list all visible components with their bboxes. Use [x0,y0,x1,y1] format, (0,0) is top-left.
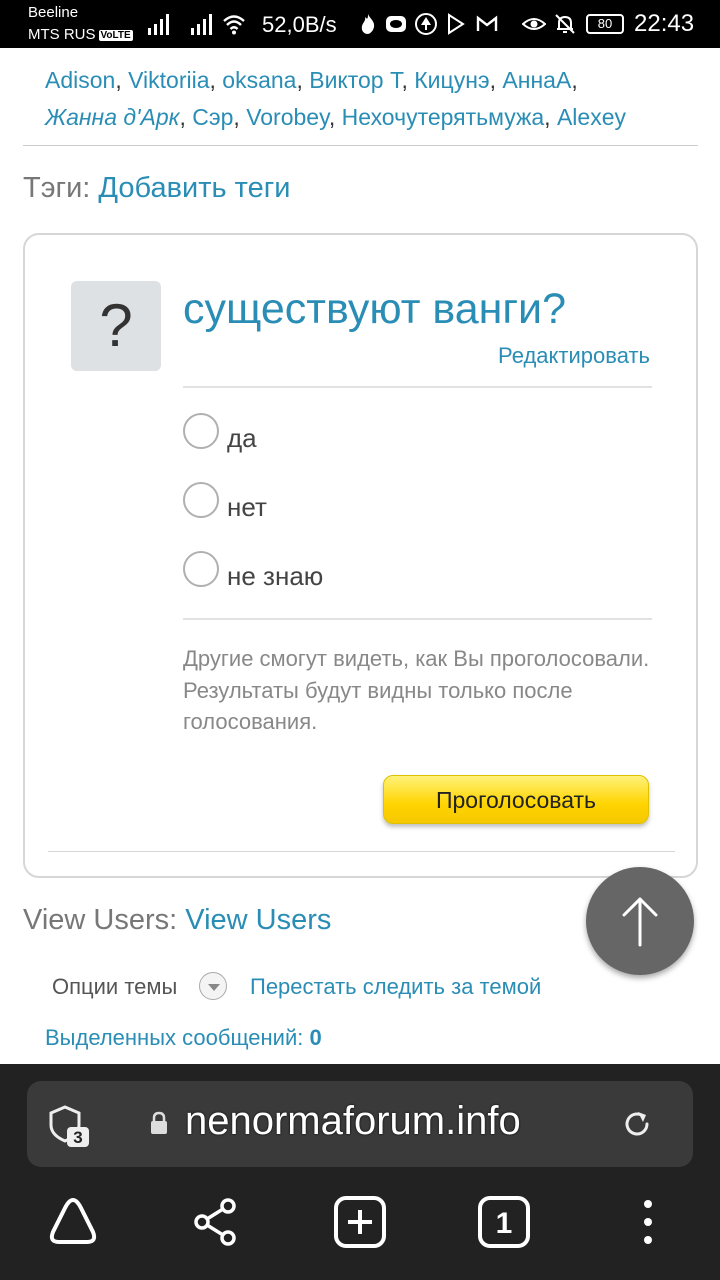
participant-link[interactable]: oksana [222,67,296,93]
app-icon [386,16,406,32]
share-icon[interactable] [188,1194,244,1250]
arrow-up-icon [622,897,658,947]
selected-posts-count: 0 [309,1025,322,1050]
divider [23,145,698,146]
tags-row: Тэги: Добавить теги [23,172,291,205]
poll-option-label: нет [227,492,267,522]
network-speed: 52,0B/s [262,12,337,37]
clock: 22:43 [634,10,695,37]
tree-icon [415,13,437,35]
participant-link[interactable]: Alexey [557,104,626,130]
more-menu-icon[interactable] [620,1194,676,1250]
poll-question: существуют ванги? [183,285,566,333]
selected-posts[interactable]: Выделенных сообщений: 0 [45,1025,322,1051]
participant-link[interactable]: Виктор Т [309,67,401,93]
address-bar[interactable]: 3 nenormaforum.info [27,1081,693,1167]
participant-link[interactable]: Viktoriia [128,67,209,93]
battery-icon: 80 [586,14,624,34]
separator: , [401,67,415,93]
scroll-to-top-button[interactable] [586,867,694,975]
radio-button[interactable] [183,482,219,518]
view-users-link[interactable]: View Users [185,904,331,936]
view-users-row: View Users: View Users [23,904,331,937]
reload-icon[interactable] [621,1108,653,1140]
poll-participants: Adison, Viktoriia, oksana, Виктор Т, Киц… [45,62,685,136]
signal-icon [148,14,169,35]
separator: , [296,67,310,93]
separator: , [328,104,342,130]
thread-options-label[interactable]: Опции темы [52,974,177,1000]
separator: , [233,104,247,130]
carrier-name-2: MTS RUS VoLTE [28,26,133,43]
divider [183,386,652,388]
separator: , [209,67,223,93]
mute-bell-icon [555,14,575,34]
participant-link[interactable]: Нехочутерятьмужа [342,104,545,130]
separator: , [489,67,503,93]
eye-icon [522,18,546,30]
participant-link[interactable]: Vorobey [246,104,329,130]
carrier-name: Beeline [28,4,79,21]
divider [183,618,652,620]
tabs-count: 1 [496,1207,513,1240]
separator: , [179,104,193,130]
home-icon[interactable] [45,1194,101,1250]
participant-link[interactable]: АннаА [502,67,571,93]
volte-badge: VoLTE [98,30,133,41]
participant-link[interactable]: Жанна д'Арк [45,104,179,130]
wifi-icon [223,15,245,35]
chevron-down-icon [208,984,220,991]
question-icon: ? [71,281,161,371]
tags-label: Тэги: [23,172,91,204]
tabs-icon: 1 [478,1196,530,1248]
add-tags-link[interactable]: Добавить теги [98,172,290,204]
separator: , [115,67,129,93]
vote-button[interactable]: Проголосовать [383,775,649,824]
mail-icon [476,15,498,31]
signal-icon-2 [191,14,212,35]
shield-icon: 3 [49,1105,89,1147]
view-users-label: View Users: [23,904,178,936]
protection-button[interactable]: 3 [45,1103,91,1149]
browser-toolbar: 3 nenormaforum.info 1 [0,1064,720,1280]
url-text[interactable]: nenormaforum.info [185,1099,521,1144]
poll-box: ? существуют ванги? Редактировать да нет… [23,233,698,878]
unfollow-thread-link[interactable]: Перестать следить за темой [250,974,541,1000]
new-tab-icon[interactable] [332,1194,388,1250]
poll-visibility-note: Другие смогут видеть, как Вы проголосова… [183,646,650,671]
separator: , [571,67,578,93]
radio-button[interactable] [183,551,219,587]
edit-poll-link[interactable]: Редактировать [498,343,650,369]
lock-icon [151,1111,167,1134]
poll-note: Другие смогут видеть, как Вы проголосова… [183,643,653,738]
poll-option-label: не знаю [227,561,324,591]
thread-options-toggle[interactable] [199,972,227,1000]
participant-link[interactable]: Сэр [192,104,233,130]
divider [48,851,675,852]
separator: , [544,104,557,130]
poll-option-label: да [227,423,257,453]
shield-count: 3 [73,1128,82,1147]
participant-link[interactable]: Кицунэ [414,67,489,93]
flame-icon [361,14,375,34]
play-store-icon [448,13,465,35]
participant-link[interactable]: Adison [45,67,115,93]
tabs-button[interactable]: 1 [476,1194,532,1250]
poll-results-note: Результаты будут видны только после голо… [183,677,573,735]
status-bar: Beeline MTS RUS VoLTE 52,0B/s 80 22:43 [0,0,720,48]
radio-button[interactable] [183,413,219,449]
selected-posts-label: Выделенных сообщений: [45,1025,304,1050]
